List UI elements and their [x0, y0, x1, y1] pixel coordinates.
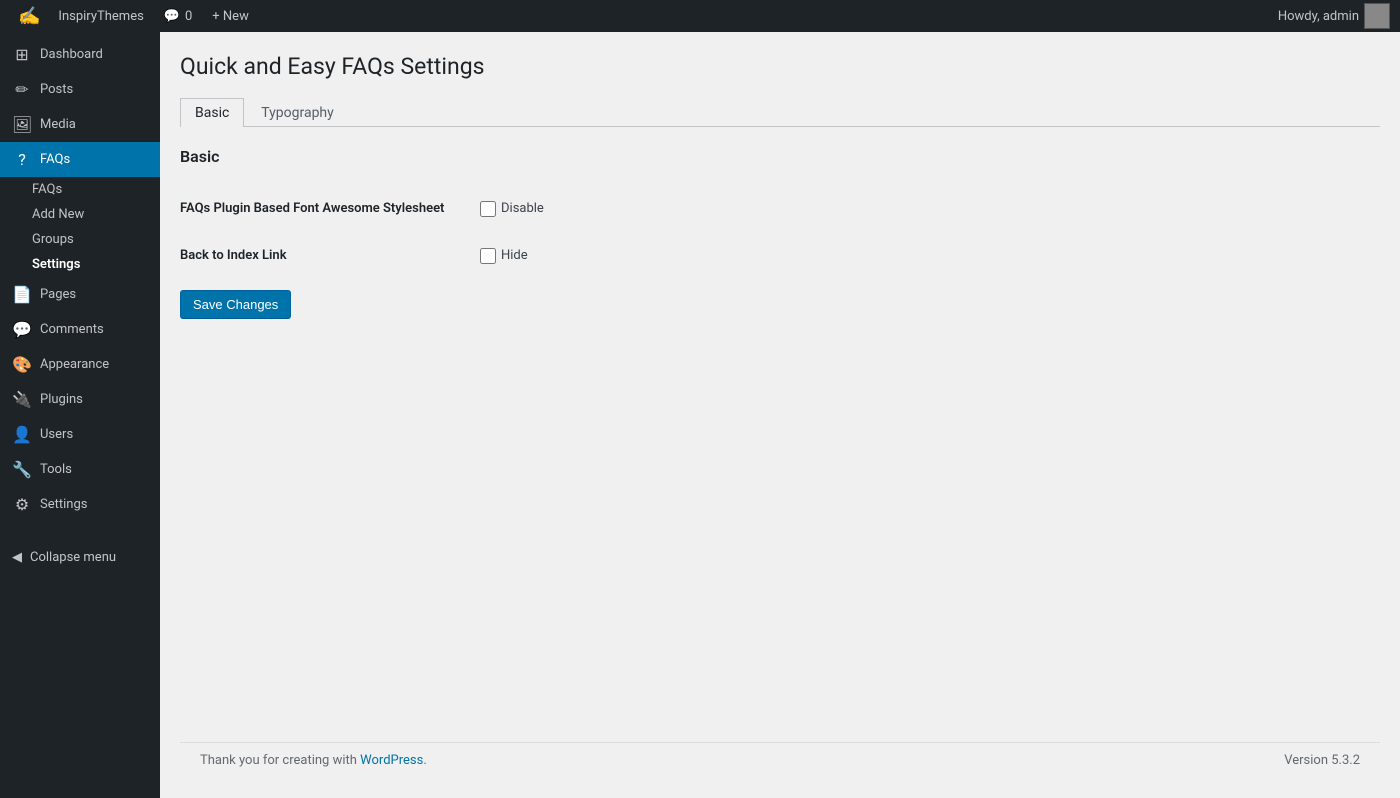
sidebar-item-settings[interactable]: ⚙ Settings	[0, 487, 160, 522]
footer-text: Thank you for creating with	[200, 753, 360, 768]
comments-icon: 💬	[164, 9, 180, 24]
faqs-submenu-faqs[interactable]: FAQs	[0, 177, 160, 202]
admin-bar: ✍ InspiryThemes 💬 0 + New Howdy, admin	[0, 0, 1400, 32]
sidebar-item-label: Appearance	[40, 357, 109, 372]
font-awesome-checkbox-label[interactable]: Disable	[480, 201, 930, 217]
footer-credit: Thank you for creating with WordPress.	[200, 753, 427, 768]
footer: Thank you for creating with WordPress. V…	[180, 742, 1380, 778]
sidebar: ⊞ Dashboard ✏ Posts 🖼 Media ? FAQs FAQs …	[0, 32, 160, 798]
collapse-icon: ◀	[12, 550, 22, 565]
main-content: Quick and Easy FAQs Settings Basic Typog…	[160, 32, 1400, 798]
faqs-submenu-groups[interactable]: Groups	[0, 227, 160, 252]
sidebar-item-plugins[interactable]: 🔌 Plugins	[0, 382, 160, 417]
sidebar-item-label: Plugins	[40, 392, 83, 407]
faqs-submenu: FAQs Add New Groups Settings	[0, 177, 160, 277]
font-awesome-label: FAQs Plugin Based Font Awesome Styleshee…	[180, 186, 480, 233]
sidebar-item-label: Tools	[40, 462, 72, 477]
new-content-link[interactable]: + New	[202, 0, 259, 32]
site-name-link[interactable]: InspiryThemes	[48, 0, 153, 32]
sidebar-item-label: Settings	[40, 497, 87, 512]
content-wrap: Quick and Easy FAQs Settings Basic Typog…	[180, 52, 1380, 742]
version-text: Version 5.3.2	[1284, 753, 1360, 768]
sidebar-item-label: Posts	[40, 82, 73, 97]
faqs-icon: ?	[12, 150, 32, 169]
sidebar-item-label: Comments	[40, 322, 104, 337]
comments-count: 0	[185, 9, 192, 24]
sidebar-item-dashboard[interactable]: ⊞ Dashboard	[0, 37, 160, 72]
dashboard-icon: ⊞	[12, 45, 32, 64]
settings-form: FAQs Plugin Based Font Awesome Styleshee…	[180, 186, 930, 280]
sidebar-item-appearance[interactable]: 🎨 Appearance	[0, 347, 160, 382]
wordpress-link[interactable]: WordPress	[360, 753, 423, 768]
sidebar-item-users[interactable]: 👤 Users	[0, 417, 160, 452]
tab-bar: Basic Typography	[180, 97, 1380, 127]
settings-icon: ⚙	[12, 495, 32, 514]
sidebar-item-faqs[interactable]: ? FAQs	[0, 142, 160, 177]
media-icon: 🖼	[12, 115, 32, 134]
sidebar-item-tools[interactable]: 🔧 Tools	[0, 452, 160, 487]
admin-bar-right: Howdy, admin	[1278, 3, 1390, 29]
posts-icon: ✏	[12, 80, 32, 99]
sidebar-item-label: Users	[40, 427, 73, 442]
save-changes-button[interactable]: Save Changes	[180, 290, 291, 319]
sidebar-item-media[interactable]: 🖼 Media	[0, 107, 160, 142]
table-row: Back to Index Link Hide	[180, 232, 930, 279]
wp-logo[interactable]: ✍	[10, 0, 48, 32]
back-to-index-checkbox-label[interactable]: Hide	[480, 248, 930, 264]
collapse-label: Collapse menu	[30, 550, 116, 565]
plugins-icon: 🔌	[12, 390, 32, 409]
sidebar-item-label: FAQs	[40, 152, 70, 167]
sidebar-item-comments[interactable]: 💬 Comments	[0, 312, 160, 347]
back-to-index-label: Back to Index Link	[180, 232, 480, 279]
table-row: FAQs Plugin Based Font Awesome Styleshee…	[180, 186, 930, 233]
sidebar-item-pages[interactable]: 📄 Pages	[0, 277, 160, 312]
admin-avatar[interactable]	[1364, 3, 1390, 29]
tab-basic[interactable]: Basic	[180, 98, 244, 127]
comments-link[interactable]: 💬 0	[154, 0, 203, 32]
sidebar-item-label: Pages	[40, 287, 76, 302]
appearance-icon: 🎨	[12, 355, 32, 374]
tab-typography[interactable]: Typography	[246, 98, 348, 127]
sidebar-item-posts[interactable]: ✏ Posts	[0, 72, 160, 107]
back-to-index-checkbox-text: Hide	[501, 248, 528, 263]
pages-icon: 📄	[12, 285, 32, 304]
users-icon: 👤	[12, 425, 32, 444]
section-heading: Basic	[180, 147, 1380, 166]
howdy-text: Howdy, admin	[1278, 9, 1359, 24]
tools-icon: 🔧	[12, 460, 32, 479]
faqs-submenu-settings[interactable]: Settings	[0, 252, 160, 277]
collapse-menu-button[interactable]: ◀ Collapse menu	[0, 542, 160, 573]
sidebar-item-label: Dashboard	[40, 47, 103, 62]
font-awesome-checkbox-text: Disable	[501, 201, 544, 216]
faqs-submenu-add-new[interactable]: Add New	[0, 202, 160, 227]
font-awesome-checkbox[interactable]	[480, 201, 496, 217]
back-to-index-checkbox[interactable]	[480, 248, 496, 264]
sidebar-item-label: Media	[40, 117, 76, 132]
page-title: Quick and Easy FAQs Settings	[180, 52, 1380, 82]
comments-icon: 💬	[12, 320, 32, 339]
